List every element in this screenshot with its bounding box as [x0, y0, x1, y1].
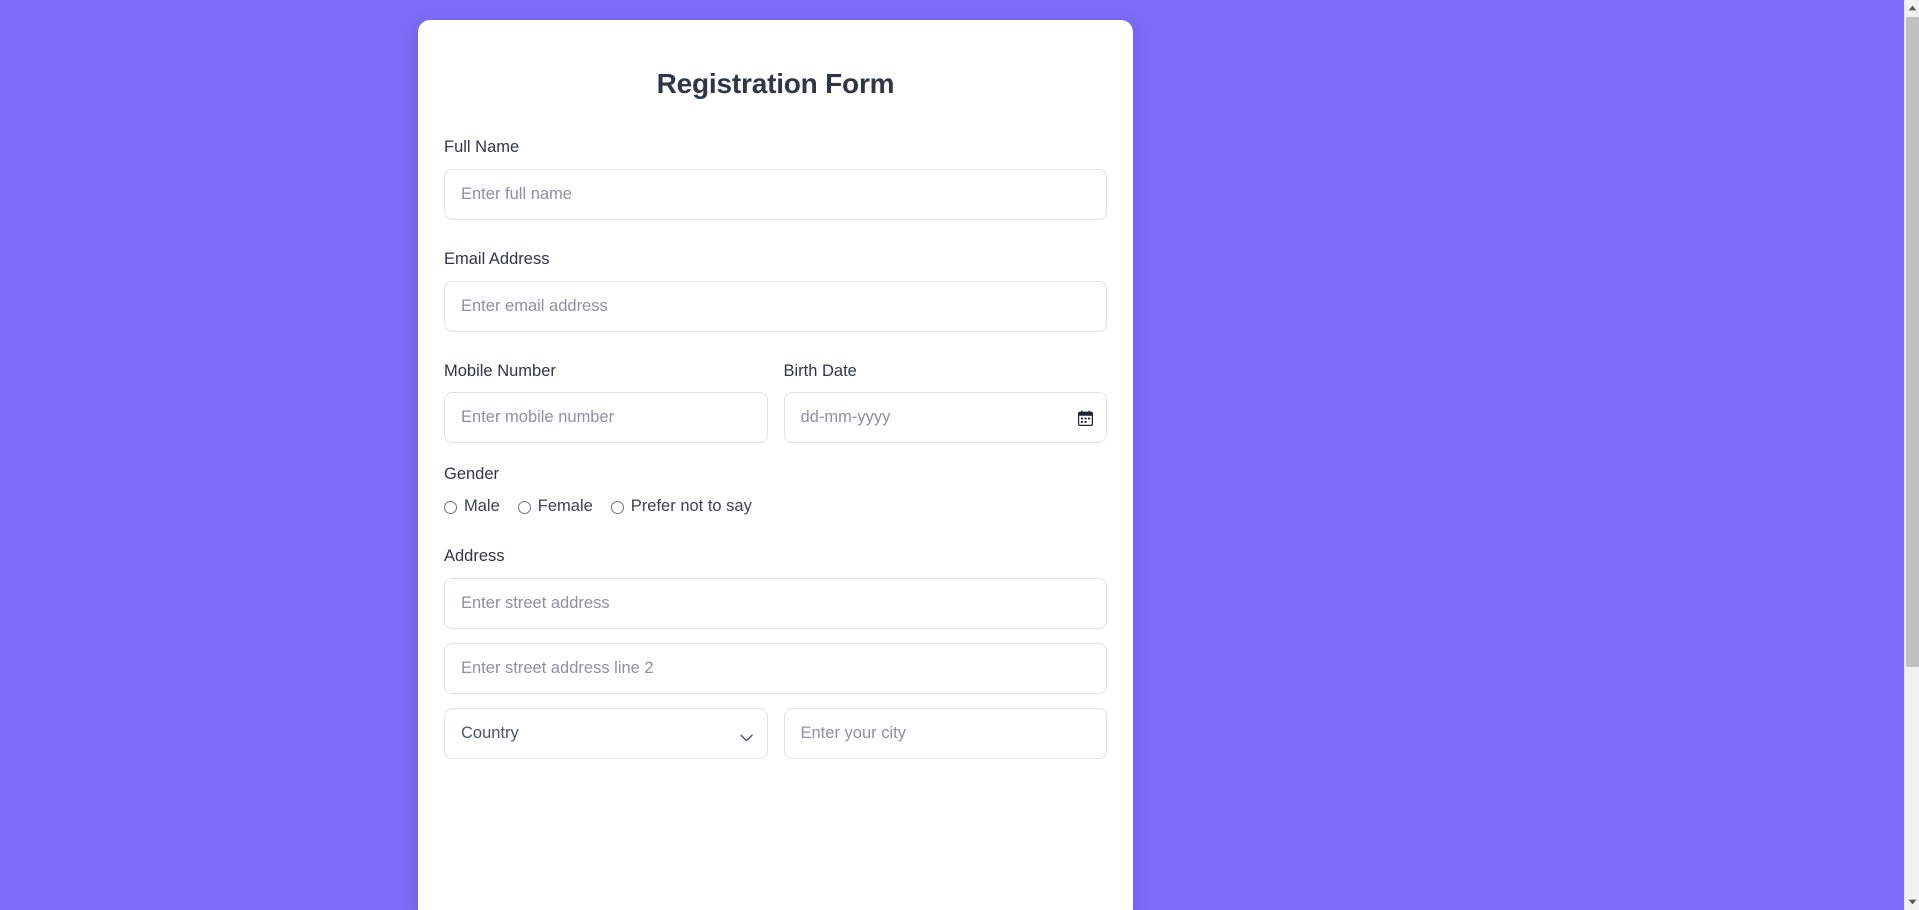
field-group-mobile: Mobile Number: [444, 362, 768, 444]
radio-icon[interactable]: [517, 500, 531, 514]
gender-option-prefer-not-to-say-label: Prefer not to say: [630, 497, 752, 516]
gender-option-female[interactable]: Female: [517, 497, 593, 517]
field-group-full-name: Full Name: [444, 138, 1107, 220]
street-address-line2-input[interactable]: [444, 642, 1107, 694]
city-field-wrapper: [783, 707, 1107, 759]
radio-icon[interactable]: [610, 500, 624, 514]
birth-date-label: Birth Date: [783, 361, 857, 380]
gender-radio-group: Male Female Prefer not to say: [444, 496, 1107, 517]
scrollbar-up-arrow-icon[interactable]: [1905, 0, 1919, 16]
email-input[interactable]: [444, 280, 1107, 332]
browser-viewport: Registration Form Full Name Email Addres…: [0, 0, 1904, 910]
full-name-input[interactable]: [444, 168, 1107, 220]
country-select-wrapper: Country: [444, 707, 768, 759]
row-mobile-birthdate: Mobile Number Birth Date: [444, 362, 1107, 444]
email-label: Email Address: [444, 249, 550, 268]
address-label: Address: [444, 546, 505, 565]
field-group-gender: Gender Male Female Prefer not to say: [444, 465, 1107, 517]
country-select[interactable]: Country: [444, 707, 768, 759]
field-group-birth-date: Birth Date: [783, 361, 1107, 444]
gender-option-prefer-not-to-say[interactable]: Prefer not to say: [610, 497, 752, 517]
page-title: Registration Form: [656, 68, 895, 99]
full-name-label: Full Name: [444, 138, 520, 156]
field-group-email: Email Address: [444, 250, 1107, 332]
gender-option-male-label: Male: [464, 497, 500, 516]
scrollbar-down-arrow-icon[interactable]: [1905, 894, 1919, 910]
row-country-city: Country: [444, 707, 1107, 759]
gender-label: Gender: [444, 465, 500, 484]
birth-date-input[interactable]: [783, 392, 1107, 444]
registration-form-card: Registration Form Full Name Email Addres…: [418, 20, 1133, 910]
scrollbar-thumb[interactable]: [1906, 17, 1919, 667]
street-address-input[interactable]: [444, 577, 1107, 629]
city-input[interactable]: [783, 707, 1107, 759]
mobile-input[interactable]: [444, 392, 768, 444]
gender-option-female-label: Female: [537, 497, 593, 516]
birth-date-wrapper: [783, 392, 1107, 444]
radio-icon[interactable]: [444, 500, 457, 514]
page-content: Registration Form Full Name Email Addres…: [0, 0, 1568, 910]
field-group-address: Address Country: [444, 547, 1107, 759]
mobile-label: Mobile Number: [444, 361, 556, 380]
gender-option-male[interactable]: Male: [444, 497, 500, 517]
vertical-scrollbar[interactable]: [1904, 0, 1919, 910]
